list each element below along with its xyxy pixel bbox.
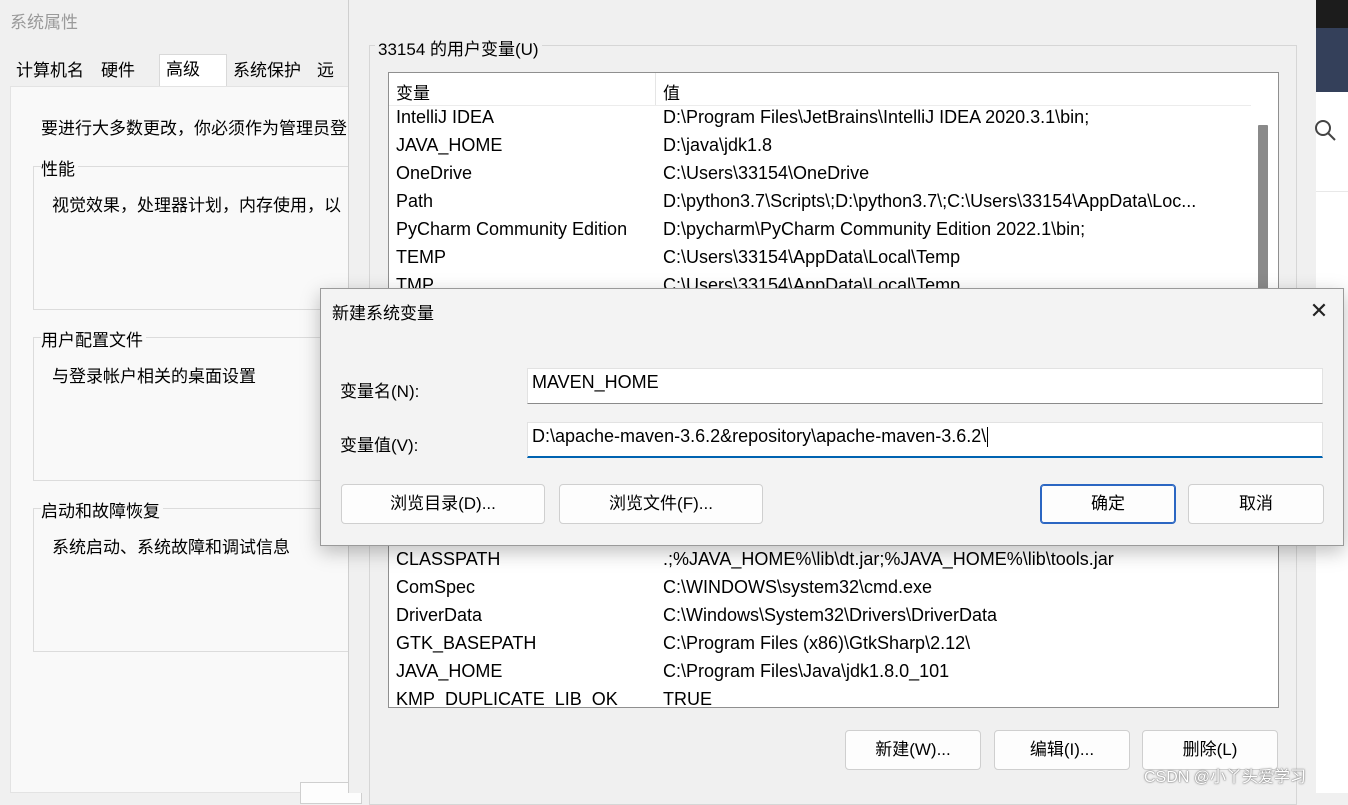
- browser-titlebar: [1316, 0, 1348, 28]
- startup-recovery-label: 启动和故障恢复: [41, 497, 163, 522]
- var-name: TEMP: [396, 247, 447, 267]
- user-variables-list[interactable]: 变量 值 IntelliJ IDEA D:\Program Files\JetB…: [388, 72, 1279, 302]
- variable-name-field[interactable]: MAVEN_HOME: [527, 368, 1323, 404]
- admin-note: 要进行大多数更改，你必须作为管理员登: [41, 119, 347, 138]
- startup-recovery-group: [33, 508, 363, 652]
- table-row[interactable]: DriverData C:\Windows\System32\Drivers\D…: [389, 603, 1251, 631]
- user-profiles-label: 用户配置文件: [41, 326, 146, 351]
- var-name: CLASSPATH: [396, 549, 501, 569]
- var-value: .;%JAVA_HOME%\lib\dt.jar;%JAVA_HOME%\lib…: [663, 549, 1114, 569]
- var-name: IntelliJ IDEA: [396, 107, 495, 127]
- table-row[interactable]: KMP_DUPLICATE_LIB_OK TRUE: [389, 687, 1251, 708]
- var-value: C:\Users\33154\AppData\Local\Temp: [663, 247, 961, 267]
- var-value: C:\Program Files\Java\jdk1.8.0_101: [663, 661, 950, 681]
- performance-group: [33, 166, 363, 310]
- var-name: PyCharm Community Edition: [396, 219, 628, 239]
- var-value: C:\Program Files (x86)\GtkSharp\2.12\: [663, 633, 971, 653]
- table-row[interactable]: Path D:\python3.7\Scripts\;D:\python3.7\…: [389, 189, 1251, 217]
- list-header: 变量 值: [389, 73, 1251, 106]
- var-name: GTK_BASEPATH: [396, 633, 537, 653]
- new-variable-button[interactable]: 新建(W)...: [845, 730, 981, 770]
- var-value: D:\Program Files\JetBrains\IntelliJ IDEA…: [663, 107, 1090, 127]
- system-properties-window: 系统属性 计算机名 硬件 高级 系统保护 远程 要进行大多数更改，你必须作为管理…: [0, 0, 363, 804]
- user-profiles-description: 与登录帐户相关的桌面设置: [52, 367, 256, 386]
- browse-file-button[interactable]: 浏览文件(F)...: [559, 484, 763, 524]
- variable-name-label: 变量名(N):: [340, 382, 420, 401]
- var-value: C:\Windows\System32\Drivers\DriverData: [663, 605, 998, 625]
- browse-directory-button[interactable]: 浏览目录(D)...: [341, 484, 545, 524]
- table-row[interactable]: TEMP C:\Users\33154\AppData\Local\Temp: [389, 245, 1251, 273]
- var-name: OneDrive: [396, 163, 473, 183]
- table-row[interactable]: PyCharm Community Edition D:\pycharm\PyC…: [389, 217, 1251, 245]
- tab-hardware[interactable]: 硬件: [95, 56, 141, 86]
- var-name: JAVA_HOME: [396, 661, 503, 681]
- scrollbar-track[interactable]: [1255, 541, 1277, 707]
- var-value: C:\Users\33154\OneDrive: [663, 163, 870, 183]
- table-row[interactable]: IntelliJ IDEA D:\Program Files\JetBrains…: [389, 105, 1251, 133]
- user-profiles-group: [33, 337, 363, 481]
- variable-name-value: MAVEN_HOME: [532, 372, 659, 392]
- var-name: DriverData: [396, 605, 483, 625]
- var-value: D:\java\jdk1.8: [663, 135, 773, 155]
- close-icon[interactable]: ✕: [1306, 298, 1332, 324]
- table-row[interactable]: JAVA_HOME D:\java\jdk1.8: [389, 133, 1251, 161]
- browser-header: [1316, 28, 1348, 92]
- var-name: KMP_DUPLICATE_LIB_OK: [396, 689, 618, 708]
- table-row[interactable]: JAVA_HOME C:\Program Files\Java\jdk1.8.0…: [389, 659, 1251, 687]
- startup-recovery-description: 系统启动、系统故障和调试信息: [52, 538, 290, 557]
- divider: [1316, 191, 1348, 192]
- performance-label: 性能: [41, 155, 78, 180]
- dialog-title: 新建系统变量: [332, 304, 434, 323]
- ok-button[interactable]: 确定: [1040, 484, 1176, 524]
- column-header-value[interactable]: 值: [663, 79, 680, 104]
- performance-description: 视觉效果，处理器计划，内存使用，以: [52, 196, 341, 215]
- var-name: ComSpec: [396, 577, 476, 597]
- table-row[interactable]: GTK_BASEPATH C:\Program Files (x86)\GtkS…: [389, 631, 1251, 659]
- edit-variable-button[interactable]: 编辑(I)...: [994, 730, 1130, 770]
- user-variables-label: 33154 的用户变量(U): [375, 35, 542, 60]
- column-header-name[interactable]: 变量: [396, 79, 430, 104]
- variable-value-label: 变量值(V):: [340, 436, 419, 455]
- tab-system-protection[interactable]: 系统保护: [227, 56, 307, 86]
- window-title: 系统属性: [10, 13, 78, 32]
- tab-computer-name[interactable]: 计算机名: [10, 56, 90, 86]
- table-row[interactable]: CLASSPATH .;%JAVA_HOME%\lib\dt.jar;%JAVA…: [389, 547, 1251, 575]
- tab-advanced[interactable]: 高级: [159, 54, 227, 87]
- search-icon[interactable]: [1313, 118, 1339, 144]
- variable-value-field[interactable]: D:\apache-maven-3.6.2&repository\apache-…: [527, 422, 1323, 458]
- variable-value-value: D:\apache-maven-3.6.2&repository\apache-…: [532, 426, 987, 446]
- column-divider[interactable]: [655, 73, 656, 105]
- system-variables-list[interactable]: CLASSPATH .;%JAVA_HOME%\lib\dt.jar;%JAVA…: [388, 540, 1279, 708]
- tab-remote[interactable]: 远程: [311, 56, 348, 110]
- watermark: CSDN @小丫头爱学习: [1144, 769, 1307, 786]
- text-caret: [987, 427, 989, 448]
- cancel-button[interactable]: 取消: [1188, 484, 1324, 524]
- table-row[interactable]: OneDrive C:\Users\33154\OneDrive: [389, 161, 1251, 189]
- var-name: Path: [396, 191, 434, 211]
- var-value: D:\pycharm\PyCharm Community Edition 202…: [663, 219, 1086, 239]
- scrollbar-thumb[interactable]: [1258, 125, 1268, 300]
- table-row[interactable]: ComSpec C:\WINDOWS\system32\cmd.exe: [389, 575, 1251, 603]
- var-name: JAVA_HOME: [396, 135, 503, 155]
- var-value: TRUE: [663, 689, 712, 708]
- var-value: D:\python3.7\Scripts\;D:\python3.7\;C:\U…: [663, 191, 1197, 211]
- var-value: C:\WINDOWS\system32\cmd.exe: [663, 577, 933, 597]
